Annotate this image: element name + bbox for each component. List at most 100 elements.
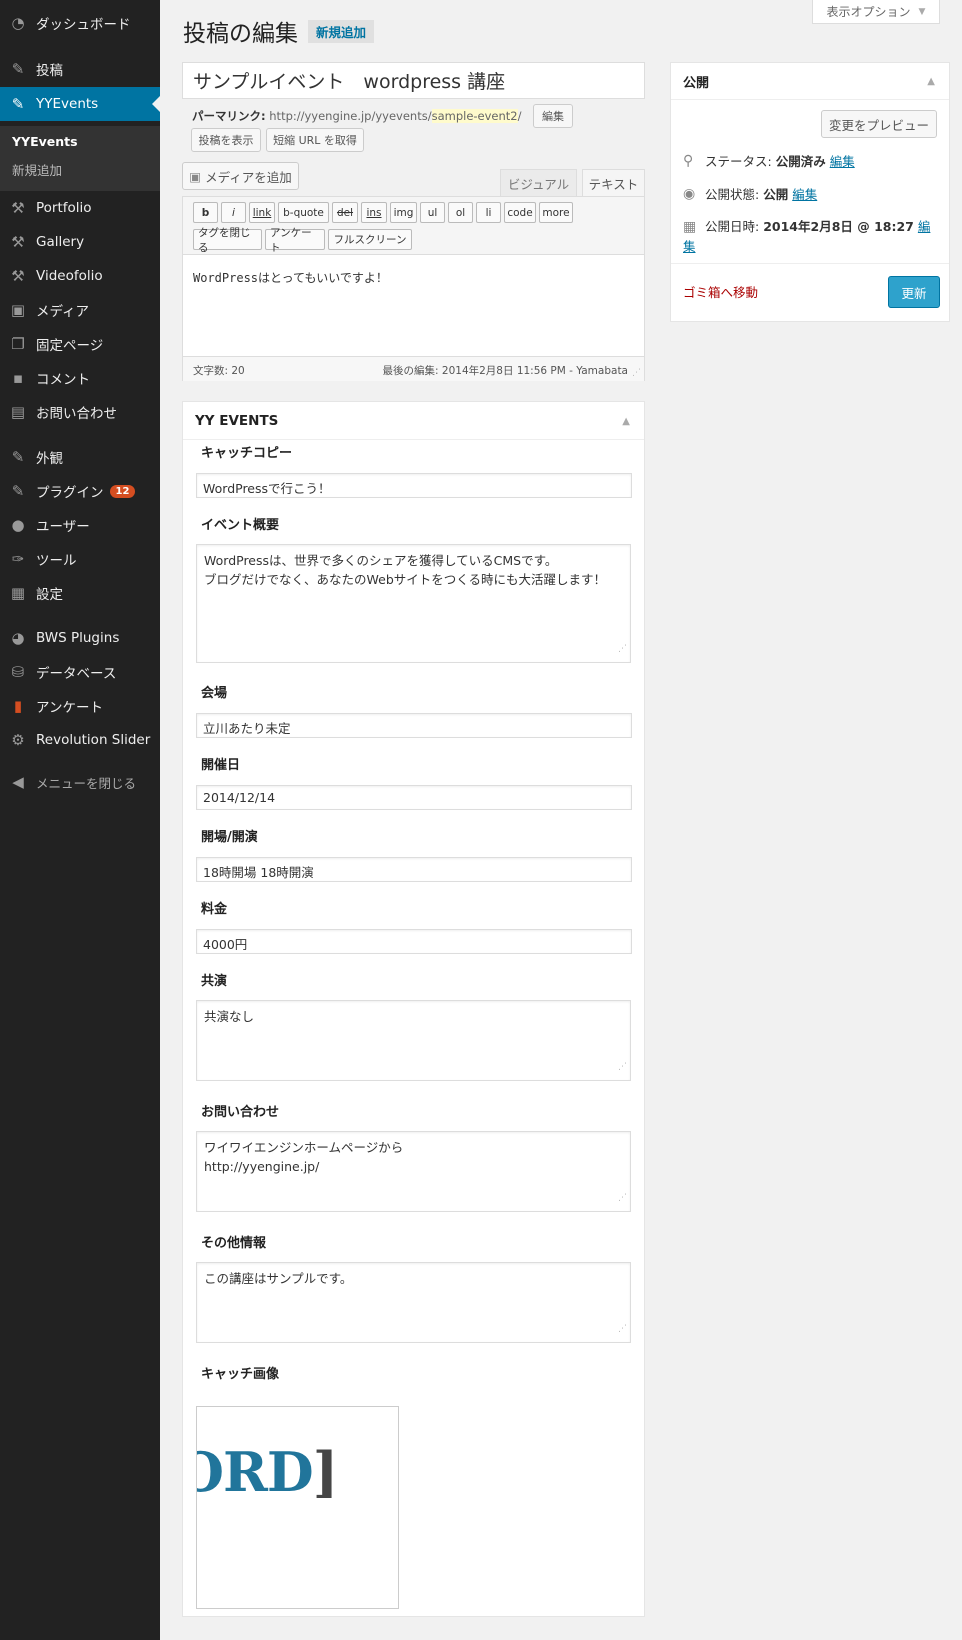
sidebar-item-label: メディア — [36, 304, 90, 320]
qt-ul-button[interactable]: ul — [420, 202, 445, 223]
catch-image-thumbnail[interactable]: ORD] — [196, 1406, 399, 1609]
qt-italic-button[interactable]: i — [221, 202, 246, 223]
divider — [671, 263, 949, 264]
qt-code-button[interactable]: code — [504, 202, 536, 223]
qt-ol-button[interactable]: ol — [448, 202, 473, 223]
publish-header[interactable]: 公開 ▲ — [671, 63, 949, 100]
sidebar-item-label: YYEvents — [36, 96, 99, 112]
catch-copy-input[interactable]: WordPressで行こう！ — [196, 473, 632, 498]
contact-textarea[interactable]: ワイワイエンジンホームページから http://yyengine.jp/ ⋰ — [196, 1131, 631, 1212]
qt-poll-button[interactable]: アンケート — [265, 227, 325, 254]
media-icon: ▣ — [10, 301, 26, 319]
qt-ins-button[interactable]: ins — [361, 202, 387, 223]
sidebar-item-settings[interactable]: ▦ 設定 — [0, 576, 160, 610]
plugin-update-badge: 12 — [109, 484, 136, 498]
add-media-button[interactable]: ▣ メディアを追加 — [182, 162, 299, 190]
text-line: http://yyengine.jp/ — [204, 1159, 320, 1174]
contact-icon: ▤ — [10, 403, 26, 421]
qt-close-tags-button[interactable]: タグを閉じる — [193, 227, 262, 254]
view-post-button[interactable]: 投稿を表示 — [191, 128, 261, 152]
pin-icon: ✎ — [11, 60, 25, 78]
qt-link-button[interactable]: link — [249, 202, 275, 223]
sidebar-item-poll[interactable]: ▮ アンケート — [0, 689, 160, 723]
sidebar-item-dashboard[interactable]: ◔ ダッシュボード — [0, 6, 160, 40]
sidebar-item-bws-plugins[interactable]: ◕ BWS Plugins — [0, 621, 160, 655]
visibility-row: ◉ 公開状態: 公開 編集 — [683, 184, 817, 203]
submenu-add-new[interactable]: 新規追加 — [12, 160, 62, 179]
add-new-button[interactable]: 新規追加 — [308, 20, 375, 43]
field-label-catch-copy: キャッチコピー — [201, 446, 293, 461]
status-value: 公開済み — [775, 154, 826, 169]
resize-handle-icon[interactable]: ⋰ — [618, 640, 627, 659]
resize-handle-icon[interactable]: ⋰ — [618, 1320, 627, 1339]
qt-fullscreen-button[interactable]: フルスクリーン — [328, 229, 412, 250]
resize-handle-icon[interactable]: ⋰ — [632, 368, 641, 378]
qt-more-button[interactable]: more — [539, 202, 573, 223]
sidebar-item-media[interactable]: ▣ メディア — [0, 293, 160, 327]
permalink-base[interactable]: http://yyengine.jp/yyevents/ — [269, 109, 431, 123]
visibility-label: 公開状態: — [705, 187, 760, 202]
user-icon: ● — [11, 516, 25, 534]
sidebar-item-portfolio[interactable]: ⚒ Portfolio — [0, 191, 160, 225]
qt-bold-button[interactable]: b — [193, 202, 218, 223]
qt-li-button[interactable]: li — [476, 202, 501, 223]
price-input[interactable]: 4000円 — [196, 929, 632, 954]
field-label-catch-image: キャッチ画像 — [201, 1367, 280, 1382]
sidebar-item-contact[interactable]: ▤ お問い合わせ — [0, 395, 160, 429]
costar-textarea[interactable]: 共演なし ⋰ — [196, 1000, 631, 1081]
resize-handle-icon[interactable]: ⋰ — [618, 1058, 627, 1077]
sidebar-item-plugins[interactable]: ✎ プラグイン 12 — [0, 474, 160, 508]
sidebar-item-label: データベース — [36, 666, 117, 682]
sidebar-item-database[interactable]: ⛁ データベース — [0, 655, 160, 689]
submenu-yyevents[interactable]: YYEvents — [12, 134, 78, 149]
move-to-trash-link[interactable]: ゴミ箱へ移動 — [683, 282, 758, 301]
video-icon: ⚒ — [11, 267, 25, 285]
sidebar-item-label: Gallery — [36, 234, 85, 250]
page-title: 投稿の編集 — [183, 21, 298, 47]
sidebar-item-posts[interactable]: ✎ 投稿 — [0, 52, 160, 86]
editor-status-bar: 文字数: 20 最後の編集: 2014年2月8日 11:56 PM - Yama… — [183, 356, 644, 381]
tab-text[interactable]: テキスト — [582, 169, 645, 196]
qt-img-button[interactable]: img — [390, 202, 417, 223]
date-edit-link[interactable]: 編 — [918, 219, 931, 234]
sidebar-item-appearance[interactable]: ✎ 外観 — [0, 440, 160, 474]
field-label-venue: 会場 — [201, 686, 228, 701]
collapse-menu-button[interactable]: ◀ メニューを閉じる — [0, 765, 160, 799]
qt-bquote-button[interactable]: b-quote — [278, 202, 329, 223]
sidebar-item-revolution-slider[interactable]: ⚙ Revolution Slider — [0, 723, 160, 757]
date-edit-link[interactable]: 集 — [683, 239, 696, 254]
post-content-textarea[interactable]: WordPressはとってもいいですよ！ — [193, 269, 388, 286]
sidebar-item-pages[interactable]: ❐ 固定ページ — [0, 327, 160, 361]
yy-events-header[interactable]: YY EVENTS ▲ — [183, 402, 644, 440]
field-label-date: 開催日 — [201, 758, 241, 773]
open-start-input[interactable]: 18時開場 18時開演 — [196, 857, 632, 882]
get-shortlink-button[interactable]: 短縮 URL を取得 — [266, 128, 364, 152]
sidebar-item-gallery[interactable]: ⚒ Gallery — [0, 225, 160, 259]
sidebar-item-yyevents[interactable]: ✎ YYEvents — [0, 87, 160, 121]
screen-options-toggle[interactable]: 表示オプション ▼ — [812, 0, 940, 24]
resize-handle-icon[interactable]: ⋰ — [618, 1189, 627, 1208]
post-title-input[interactable]: サンプルイベント wordpress 講座 — [182, 62, 645, 99]
permalink-edit-button[interactable]: 編集 — [533, 104, 573, 128]
collapse-arrow-icon[interactable]: ▲ — [927, 76, 935, 87]
status-edit-link[interactable]: 編集 — [830, 151, 855, 170]
visibility-edit-link[interactable]: 編集 — [792, 184, 817, 203]
collapse-arrow-icon[interactable]: ▲ — [622, 416, 630, 427]
other-info-textarea[interactable]: この講座はサンプルです。 ⋰ — [196, 1262, 631, 1343]
venue-input[interactable]: 立川あたり未定 — [196, 713, 632, 738]
qt-del-button[interactable]: del — [332, 202, 358, 223]
update-button[interactable]: 更新 — [888, 276, 940, 308]
sidebar-item-label: お問い合わせ — [36, 406, 117, 422]
sidebar-item-label: 外観 — [36, 451, 63, 467]
preview-changes-button[interactable]: 変更をプレビュー — [821, 110, 937, 138]
sidebar-item-label: アンケート — [36, 700, 103, 716]
sidebar-item-videofolio[interactable]: ⚒ Videofolio — [0, 259, 160, 293]
sidebar-item-comments[interactable]: ▪ コメント — [0, 361, 160, 395]
date-input[interactable]: 2014/12/14 — [196, 785, 632, 810]
sidebar-item-users[interactable]: ● ユーザー — [0, 508, 160, 542]
sidebar-item-tools[interactable]: ✑ ツール — [0, 542, 160, 576]
permalink-slug[interactable]: sample-event2 — [431, 109, 518, 123]
sidebar-item-label: 固定ページ — [36, 338, 104, 354]
summary-textarea[interactable]: WordPressは、世界で多くのシェアを獲得しているCMSです。 ブログだけでな… — [196, 544, 631, 663]
tab-visual[interactable]: ビジュアル — [500, 169, 577, 196]
